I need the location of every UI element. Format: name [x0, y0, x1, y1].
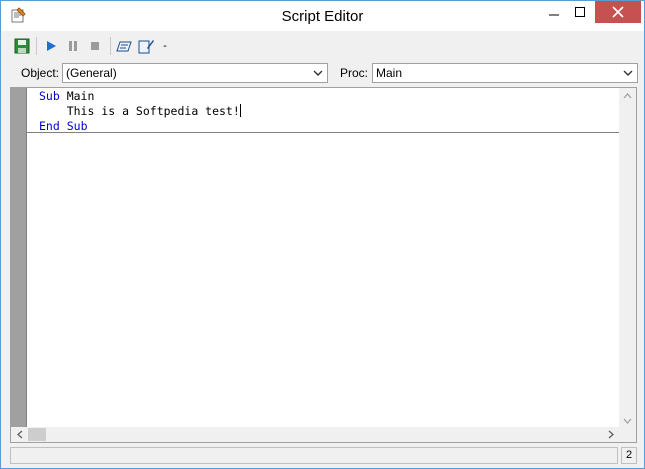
scroll-down-button[interactable]	[619, 413, 636, 428]
scroll-right-button[interactable]	[602, 427, 619, 442]
code-keyword: End	[39, 119, 60, 133]
code-keyword: Sub	[66, 119, 88, 133]
chevron-left-icon	[16, 430, 22, 439]
pause-button[interactable]	[63, 36, 83, 56]
pause-icon	[69, 41, 77, 51]
minimize-icon	[549, 14, 559, 16]
code-area[interactable]: Sub Main This is a Softpedia test! End S…	[27, 88, 619, 428]
text-caret	[239, 104, 241, 117]
chevron-up-icon	[623, 92, 632, 98]
save-icon	[14, 38, 30, 54]
title-bar[interactable]: Script Editor	[1, 1, 644, 31]
maximize-icon	[575, 7, 585, 17]
run-button[interactable]	[41, 36, 61, 56]
chevron-down-icon	[313, 70, 323, 76]
toolbar-separator	[36, 37, 37, 55]
edit-properties-button[interactable]	[136, 36, 156, 56]
object-label: Object:	[21, 66, 60, 80]
stop-icon	[91, 42, 99, 50]
script-editor-window: Script Editor SOFTPEDIA	[0, 0, 645, 469]
toolbar-separator	[110, 37, 111, 55]
run-icon	[47, 41, 56, 51]
horizontal-scroll-thumb[interactable]	[28, 428, 46, 441]
code-editor[interactable]: Sub Main This is a Softpedia test! End S…	[10, 87, 637, 443]
scrollbar-corner	[619, 427, 636, 442]
code-text: Main	[59, 89, 95, 103]
chevron-down-icon	[623, 418, 632, 424]
chevron-right-icon	[608, 430, 614, 439]
code-line[interactable]: This is a Softpedia test!	[39, 104, 241, 119]
close-icon	[612, 6, 624, 18]
maximize-button[interactable]	[567, 1, 593, 23]
object-dropdown-value: (General)	[66, 66, 117, 80]
code-line[interactable]: Sub Main	[39, 89, 94, 104]
scroll-left-button[interactable]	[11, 427, 28, 442]
save-button[interactable]	[12, 36, 32, 56]
proc-label: Proc:	[340, 66, 369, 80]
toolbar-overflow-button[interactable]: -	[160, 36, 170, 56]
proc-dropdown[interactable]: Main	[372, 63, 638, 83]
status-main-panel	[10, 447, 618, 464]
vertical-scrollbar[interactable]	[619, 88, 636, 428]
object-browser-icon	[116, 41, 132, 52]
edit-properties-icon	[138, 40, 154, 54]
editor-gutter[interactable]	[11, 88, 27, 428]
proc-dropdown-value: Main	[376, 66, 403, 80]
chevron-down-icon	[623, 70, 633, 76]
close-button[interactable]	[595, 1, 641, 23]
code-text: This is a Softpedia test!	[39, 104, 240, 118]
scroll-up-button[interactable]	[619, 88, 636, 103]
toolbar: -	[8, 33, 638, 59]
code-keyword: Sub	[39, 89, 60, 103]
status-line-number: 2	[621, 447, 637, 464]
status-bar: 2	[1, 445, 644, 468]
minimize-button[interactable]	[541, 1, 567, 23]
stop-button[interactable]	[85, 36, 105, 56]
procedure-separator	[27, 132, 619, 133]
object-dropdown[interactable]: (General)	[62, 63, 328, 83]
object-browser-button[interactable]	[114, 36, 134, 56]
horizontal-scrollbar[interactable]	[11, 427, 619, 442]
